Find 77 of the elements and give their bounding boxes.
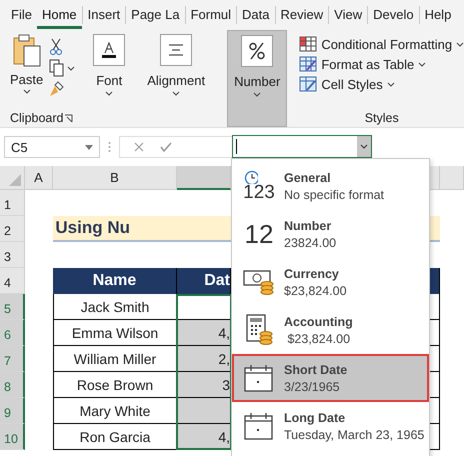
- cut-icon[interactable]: [49, 38, 64, 56]
- ribbon-tab[interactable]: File: [6, 2, 37, 28]
- caret-icon: [253, 92, 262, 97]
- table-cell: Rose Brown: [53, 372, 177, 398]
- ribbon-tab[interactable]: Review: [276, 2, 328, 28]
- number-format-field[interactable]: [232, 135, 372, 158]
- style-menu-button[interactable]: Conditional Formatting: [299, 36, 464, 52]
- menu-item[interactable]: Long Date Tuesday, March 23, 1965: [232, 402, 429, 450]
- row-header[interactable]: 9: [0, 398, 25, 424]
- menu-item[interactable]: Short Date 3/23/1965: [232, 354, 429, 402]
- column-header[interactable]: [177, 166, 231, 190]
- triangle-icon: [9, 174, 21, 186]
- row-header[interactable]: 10: [0, 424, 25, 450]
- ribbon-tab[interactable]: Page La: [126, 2, 185, 28]
- row-header[interactable]: 3: [0, 242, 25, 268]
- menu-item[interactable]: 123 General No specific format: [232, 162, 429, 210]
- caret-icon: [418, 62, 426, 66]
- icon-digits: 123: [243, 184, 275, 202]
- more-icon: [108, 141, 111, 153]
- cell-styles-icon: [299, 76, 318, 92]
- column-header[interactable]: A: [25, 166, 53, 190]
- ribbon-tab[interactable]: Data: [237, 2, 275, 28]
- enter-icon[interactable]: [160, 142, 172, 152]
- table-cell: Emma Wilson: [53, 320, 177, 346]
- menu-item[interactable]: Accounting $23,824.00: [232, 306, 429, 354]
- table-cell: 3: [177, 372, 231, 398]
- style-menu-button[interactable]: Cell Styles: [299, 76, 464, 92]
- percent-icon: [248, 42, 266, 60]
- table-cell: William Miller: [53, 346, 177, 372]
- row-header[interactable]: 4: [0, 268, 25, 294]
- group-label: Styles: [364, 111, 399, 125]
- table-cell: 2,: [177, 346, 231, 372]
- table-header: Dat: [177, 268, 231, 294]
- row-header[interactable]: 7: [0, 346, 25, 372]
- row-header[interactable]: 1: [0, 190, 25, 216]
- ribbon-tab[interactable]: Insert: [82, 2, 126, 28]
- calendar-icon: [244, 364, 274, 392]
- table-icon: [299, 56, 318, 72]
- table-cell: Ron Garcia: [53, 424, 177, 450]
- clock-icon: [244, 170, 258, 184]
- name-box[interactable]: C5: [4, 136, 100, 158]
- caret-icon: [456, 42, 464, 46]
- column-header[interactable]: B: [53, 166, 177, 190]
- table-cell: Jack Smith: [53, 294, 177, 320]
- cancel-icon[interactable]: [134, 142, 144, 152]
- caret-icon: [105, 91, 114, 96]
- paste-button[interactable]: Paste: [10, 34, 44, 98]
- style-menu-button[interactable]: Format as Table: [299, 56, 464, 72]
- calculator-coins-icon: [244, 314, 274, 346]
- ribbon-button[interactable]: Font: [87, 30, 132, 127]
- dropdown-arrow-icon: [85, 144, 93, 150]
- caret-icon: [22, 89, 31, 94]
- table-cell: 4,: [177, 320, 231, 346]
- dialog-launcher-icon[interactable]: [64, 114, 74, 122]
- row-header[interactable]: 6: [0, 320, 25, 346]
- ribbon-tab[interactable]: View: [329, 2, 368, 28]
- ribbon-button[interactable]: Number: [227, 30, 288, 127]
- font-color-icon: [101, 41, 118, 59]
- align-center-icon: [168, 44, 184, 56]
- ribbon-button[interactable]: Alignment: [141, 30, 212, 127]
- row-header[interactable]: 8: [0, 372, 25, 398]
- conditional-formatting-icon: [299, 36, 318, 52]
- copy-icon[interactable]: [49, 59, 76, 77]
- caret-icon: [386, 82, 395, 86]
- ribbon-tab[interactable]: Help: [420, 2, 456, 28]
- group-label: Clipboard: [10, 111, 64, 125]
- table-cell: Mary White: [53, 398, 177, 424]
- calendar-icon: [244, 412, 274, 440]
- banknote-coins-icon: [243, 268, 275, 296]
- ribbon-tab[interactable]: Develo: [368, 2, 419, 28]
- table-header: Name: [53, 268, 177, 294]
- menu-item[interactable]: Currency $23,824.00: [232, 258, 429, 306]
- row-header[interactable]: 5: [0, 294, 25, 320]
- caret-icon: [172, 91, 180, 96]
- format-painter-icon[interactable]: [49, 80, 66, 98]
- ribbon-tab[interactable]: Formul: [186, 2, 236, 28]
- row-header[interactable]: 2: [0, 216, 25, 242]
